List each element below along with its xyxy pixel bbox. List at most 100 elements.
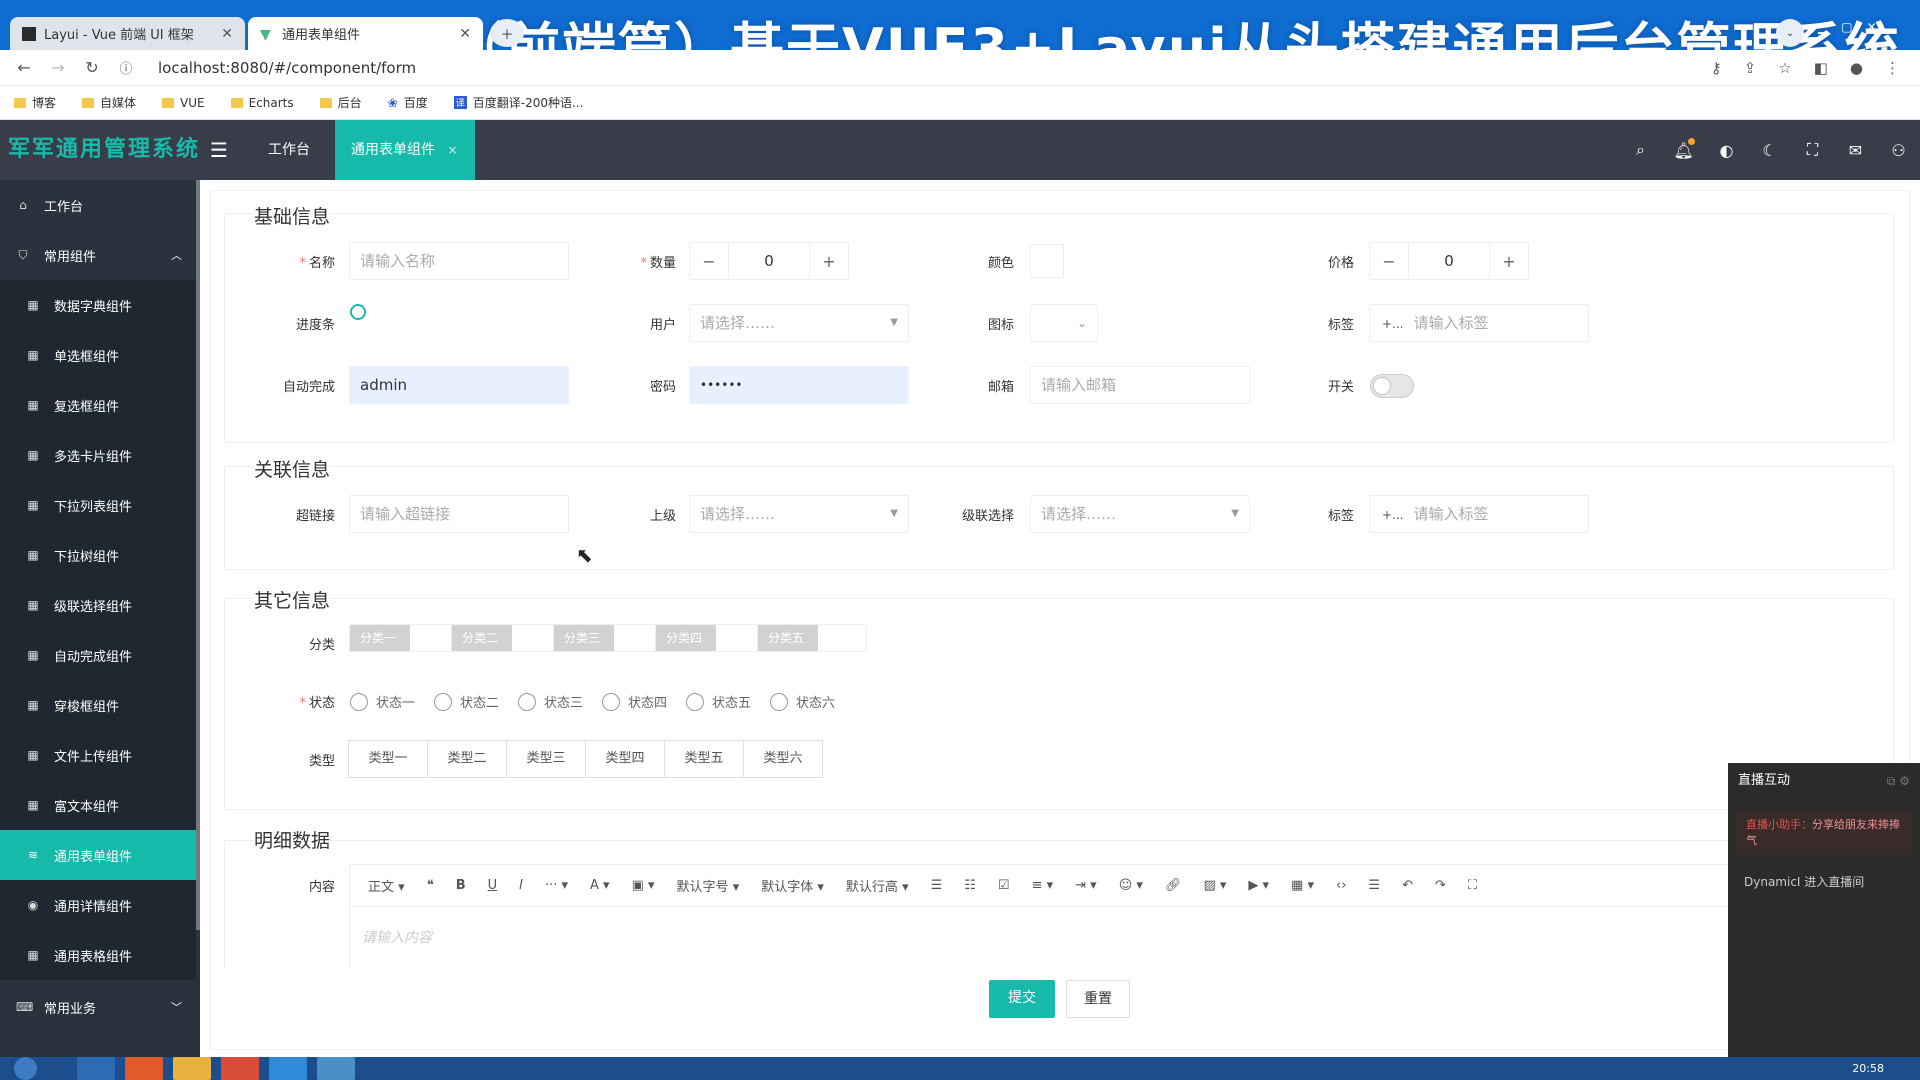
- bold-icon[interactable]: B: [456, 878, 466, 893]
- category-option[interactable]: 分类一: [349, 624, 459, 652]
- sidebar-item-checkbox[interactable]: ▦ 复选框组件: [0, 380, 196, 430]
- sidebar-item-dict[interactable]: ▦ 数据字典组件: [0, 280, 196, 330]
- info-icon[interactable]: ⓘ: [118, 58, 134, 77]
- bookmark-item[interactable]: Echarts: [230, 96, 294, 110]
- background-color-icon[interactable]: ▣ ▾: [632, 878, 655, 893]
- bookmark-item[interactable]: VUE: [162, 96, 205, 110]
- name-input[interactable]: 请输入名称: [349, 242, 569, 280]
- window-controls[interactable]: ▁ ▢ ✕: [1818, 17, 1914, 37]
- redo-icon[interactable]: ↷: [1435, 878, 1446, 893]
- tag-input[interactable]: +... 请输入标签: [1369, 304, 1589, 342]
- taskbar-app[interactable]: [125, 1057, 163, 1080]
- parent-select[interactable]: 请选择…… ▼: [689, 495, 909, 533]
- sidebar-item-form[interactable]: ≋ 通用表单组件: [0, 830, 196, 880]
- paragraph-select[interactable]: 正文 ▾: [368, 876, 405, 895]
- tab-workbench[interactable]: 工作台: [252, 120, 326, 180]
- taskbar-app[interactable]: [77, 1057, 115, 1080]
- type-option[interactable]: 类型四: [585, 740, 665, 778]
- editor-content[interactable]: 请输入内容: [350, 907, 1728, 967]
- sidebar-item-upload[interactable]: ▦ 文件上传组件: [0, 730, 196, 780]
- todo-icon[interactable]: ☑: [998, 878, 1010, 893]
- status-radio[interactable]: 状态二: [434, 692, 499, 711]
- sidebar-item-workbench[interactable]: ⌂ 工作台: [0, 180, 196, 230]
- type-option[interactable]: 类型六: [743, 740, 823, 778]
- new-tab-button[interactable]: ＋: [490, 19, 524, 47]
- sidebar-group-common-business[interactable]: ⌨ 常用业务 ﹀: [0, 982, 196, 1032]
- taskbar-app[interactable]: [269, 1057, 307, 1080]
- link-icon[interactable]: 🔗︎: [1165, 878, 1182, 893]
- line-height-select[interactable]: 默认行高 ▾: [846, 876, 909, 895]
- mail-icon[interactable]: ✉: [1834, 141, 1877, 160]
- sidebar-group-common-components[interactable]: ⛉ 常用组件 ︿: [0, 230, 196, 280]
- font-color-icon[interactable]: A ▾: [590, 878, 610, 893]
- theme-icon[interactable]: ◐: [1705, 141, 1748, 160]
- profile-icon[interactable]: ●: [1850, 59, 1863, 77]
- star-icon[interactable]: ☆: [1778, 59, 1791, 77]
- start-button[interactable]: [14, 1057, 37, 1080]
- back-icon[interactable]: ←: [16, 58, 32, 77]
- reset-button[interactable]: 重置: [1066, 980, 1130, 1018]
- type-option[interactable]: 类型二: [427, 740, 507, 778]
- fullscreen-icon[interactable]: ⛶: [1791, 140, 1834, 160]
- price-value[interactable]: 0: [1408, 243, 1490, 279]
- underline-icon[interactable]: U: [488, 878, 498, 893]
- taskbar-app[interactable]: [173, 1057, 211, 1080]
- key-icon[interactable]: ⚷: [1711, 59, 1722, 77]
- status-radio[interactable]: 状态四: [602, 692, 667, 711]
- category-option[interactable]: 分类五: [757, 624, 867, 652]
- sidebar-item-table[interactable]: ▦ 通用表格组件: [0, 930, 196, 980]
- category-option[interactable]: 分类三: [553, 624, 663, 652]
- bookmark-item[interactable]: 博客: [14, 94, 56, 111]
- image-icon[interactable]: ▨ ▾: [1203, 878, 1226, 893]
- forward-icon[interactable]: →: [50, 58, 66, 77]
- bookmark-item[interactable]: 译百度翻译-200种语...: [453, 94, 583, 111]
- price-stepper[interactable]: − 0 +: [1369, 242, 1529, 280]
- bell-icon[interactable]: 🔔︎: [1662, 137, 1705, 160]
- related-tag-input[interactable]: +... 请输入标签: [1369, 495, 1589, 533]
- indent-icon[interactable]: ⇥ ▾: [1075, 878, 1097, 893]
- plus-button[interactable]: +: [1490, 252, 1528, 271]
- close-icon[interactable]: ✕: [1867, 20, 1877, 34]
- link-input[interactable]: 请输入超链接: [349, 495, 569, 533]
- menu-icon[interactable]: ⋮: [1885, 59, 1900, 77]
- quantity-stepper[interactable]: − 0 +: [689, 242, 849, 280]
- sidebar-item-transfer[interactable]: ▦ 穿梭框组件: [0, 680, 196, 730]
- sidebar-item-radio[interactable]: ▦ 单选框组件: [0, 330, 196, 380]
- tab-search-button[interactable]: ⌄: [1776, 19, 1804, 47]
- status-radio[interactable]: 状态五: [686, 692, 751, 711]
- add-tag-button[interactable]: +...: [1382, 317, 1404, 331]
- sidebar-item-select[interactable]: ▦ 下拉列表组件: [0, 480, 196, 530]
- share-icon[interactable]: ⇪: [1744, 59, 1757, 77]
- sidebar-item-multi-card[interactable]: ▦ 多选卡片组件: [0, 430, 196, 480]
- sidebar-item-tree-select[interactable]: ▦ 下拉树组件: [0, 530, 196, 580]
- taskbar-app[interactable]: [317, 1057, 355, 1080]
- font-size-select[interactable]: 默认字号 ▾: [677, 876, 740, 895]
- search-icon[interactable]: ⌕: [1619, 140, 1662, 160]
- browser-tab-form[interactable]: ▼ 通用表单组件 ✕: [248, 17, 483, 50]
- taskbar-app[interactable]: [221, 1057, 259, 1080]
- reload-icon[interactable]: ↻: [84, 58, 100, 77]
- sidebar-item-rich-text[interactable]: ▦ 富文本组件: [0, 780, 196, 830]
- menu-toggle-icon[interactable]: ☰: [210, 120, 228, 180]
- switch-toggle[interactable]: [1370, 374, 1414, 398]
- plus-button[interactable]: +: [810, 252, 848, 271]
- tab-form-component[interactable]: 通用表单组件 ×: [335, 120, 475, 180]
- numbered-list-icon[interactable]: ☷: [964, 878, 976, 893]
- sidepanel-icon[interactable]: ◧: [1814, 59, 1828, 77]
- table-icon[interactable]: ▦ ▾: [1291, 878, 1314, 893]
- user-select[interactable]: 请选择…… ▼: [689, 304, 909, 342]
- submit-button[interactable]: 提交: [989, 980, 1055, 1018]
- code-icon[interactable]: ‹›: [1336, 878, 1346, 893]
- color-picker[interactable]: [1030, 244, 1064, 278]
- type-option[interactable]: 类型五: [664, 740, 744, 778]
- close-icon[interactable]: ✕: [221, 26, 233, 42]
- italic-icon[interactable]: I: [519, 878, 523, 893]
- category-option[interactable]: 分类二: [451, 624, 561, 652]
- close-icon[interactable]: ✕: [459, 26, 471, 42]
- category-option[interactable]: 分类四: [655, 624, 765, 652]
- undo-icon[interactable]: ↶: [1402, 878, 1413, 893]
- fullscreen-icon[interactable]: ⛶: [1468, 878, 1477, 893]
- bookmark-item[interactable]: 自媒体: [82, 94, 136, 111]
- password-input[interactable]: ••••••: [689, 366, 909, 404]
- emoji-icon[interactable]: ☺ ▾: [1119, 878, 1143, 893]
